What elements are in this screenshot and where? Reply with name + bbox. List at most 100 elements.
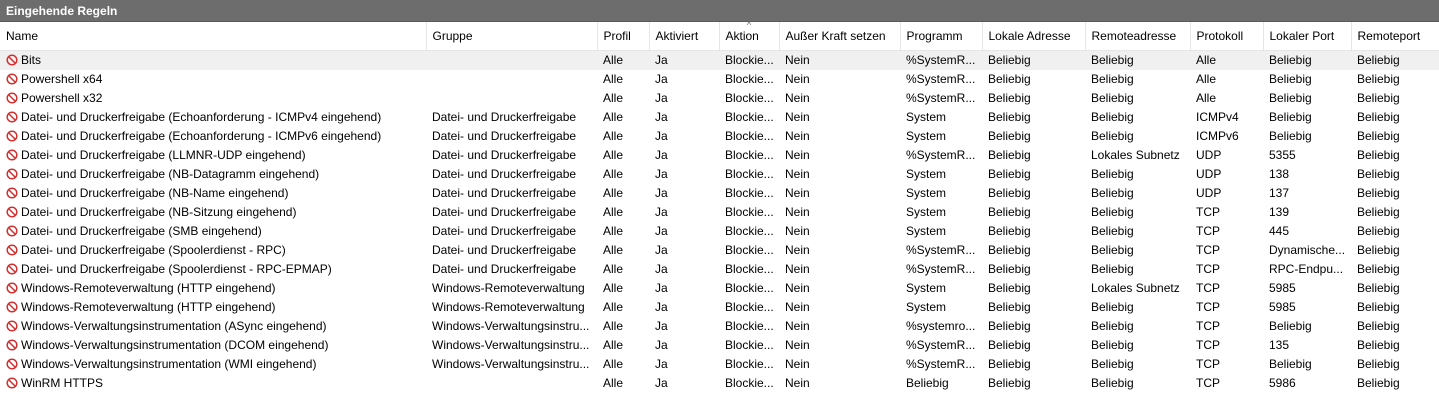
- cell-override: Nein: [779, 70, 900, 89]
- cell-protocol: UDP: [1190, 146, 1263, 165]
- cell-profile: Alle: [597, 298, 649, 317]
- table-row[interactable]: Windows-Verwaltungsinstrumentation (ASyn…: [0, 317, 1439, 336]
- column-header-remote-port[interactable]: Remoteport: [1351, 22, 1439, 51]
- cell-remote-address: Beliebig: [1085, 260, 1190, 279]
- cell-name: Windows-Verwaltungsinstrumentation (DCOM…: [0, 336, 426, 355]
- cell-program: System: [900, 184, 982, 203]
- cell-override: Nein: [779, 241, 900, 260]
- cell-group: Datei- und Druckerfreigabe: [426, 127, 597, 146]
- cell-local-port: 139: [1263, 203, 1351, 222]
- cell-remote-port: Beliebig: [1351, 165, 1439, 184]
- cell-enabled: Ja: [649, 108, 719, 127]
- table-row[interactable]: Datei- und Druckerfreigabe (NB-Sitzung e…: [0, 203, 1439, 222]
- table-row[interactable]: WinRM HTTPSAlleJaBlockie...NeinBeliebigB…: [0, 374, 1439, 393]
- block-icon: [6, 110, 18, 122]
- table-row[interactable]: Datei- und Druckerfreigabe (Spoolerdiens…: [0, 260, 1439, 279]
- cell-group: Windows-Remoteverwaltung: [426, 298, 597, 317]
- cell-local-port: 137: [1263, 184, 1351, 203]
- table-row[interactable]: Windows-Remoteverwaltung (HTTP eingehend…: [0, 298, 1439, 317]
- cell-protocol: TCP: [1190, 260, 1263, 279]
- table-row[interactable]: Datei- und Druckerfreigabe (Echoanforder…: [0, 108, 1439, 127]
- column-header-remote-address[interactable]: Remoteadresse: [1085, 22, 1190, 51]
- rule-name: Datei- und Druckerfreigabe (NB-Sitzung e…: [21, 205, 296, 219]
- table-row[interactable]: Powershell x64AlleJaBlockie...Nein%Syste…: [0, 70, 1439, 89]
- column-header-enabled[interactable]: Aktiviert: [649, 22, 719, 51]
- cell-protocol: TCP: [1190, 203, 1263, 222]
- column-header-name[interactable]: Name: [0, 22, 426, 51]
- cell-program: %SystemR...: [900, 355, 982, 374]
- cell-local-port: 138: [1263, 165, 1351, 184]
- cell-program: System: [900, 203, 982, 222]
- cell-remote-port: Beliebig: [1351, 108, 1439, 127]
- cell-name: Datei- und Druckerfreigabe (NB-Sitzung e…: [0, 203, 426, 222]
- column-header-profile[interactable]: Profil: [597, 22, 649, 51]
- cell-enabled: Ja: [649, 260, 719, 279]
- cell-local-port: 5355: [1263, 146, 1351, 165]
- rule-name: Powershell x32: [21, 91, 102, 105]
- table-row[interactable]: Datei- und Druckerfreigabe (SMB eingehen…: [0, 222, 1439, 241]
- cell-remote-port: Beliebig: [1351, 241, 1439, 260]
- column-header-override[interactable]: Außer Kraft setzen: [779, 22, 900, 51]
- column-header-row: Name Gruppe Profil Aktiviert Aktion Auße…: [0, 22, 1439, 51]
- cell-protocol: Alle: [1190, 51, 1263, 71]
- cell-remote-address: Beliebig: [1085, 222, 1190, 241]
- cell-local-address: Beliebig: [982, 108, 1085, 127]
- cell-local-port: RPC-Endpu...: [1263, 260, 1351, 279]
- cell-protocol: ICMPv4: [1190, 108, 1263, 127]
- cell-group: [426, 51, 597, 71]
- cell-protocol: Alle: [1190, 70, 1263, 89]
- cell-name: Windows-Remoteverwaltung (HTTP eingehend…: [0, 279, 426, 298]
- cell-local-address: Beliebig: [982, 336, 1085, 355]
- column-header-local-port[interactable]: Lokaler Port: [1263, 22, 1351, 51]
- cell-group: Windows-Verwaltungsinstru...: [426, 336, 597, 355]
- cell-action: Blockie...: [719, 241, 779, 260]
- block-icon: [6, 338, 18, 350]
- column-header-action[interactable]: Aktion: [719, 22, 779, 51]
- block-icon: [6, 205, 18, 217]
- table-row[interactable]: Datei- und Druckerfreigabe (Spoolerdiens…: [0, 241, 1439, 260]
- table-row[interactable]: Datei- und Druckerfreigabe (NB-Datagramm…: [0, 165, 1439, 184]
- cell-remote-address: Beliebig: [1085, 127, 1190, 146]
- table-row[interactable]: Windows-Verwaltungsinstrumentation (WMI …: [0, 355, 1439, 374]
- cell-local-address: Beliebig: [982, 184, 1085, 203]
- cell-program: System: [900, 165, 982, 184]
- table-row[interactable]: Datei- und Druckerfreigabe (NB-Name eing…: [0, 184, 1439, 203]
- column-header-group[interactable]: Gruppe: [426, 22, 597, 51]
- cell-local-address: Beliebig: [982, 51, 1085, 71]
- table-row[interactable]: Datei- und Druckerfreigabe (LLMNR-UDP ei…: [0, 146, 1439, 165]
- block-icon: [6, 281, 18, 293]
- cell-override: Nein: [779, 146, 900, 165]
- cell-profile: Alle: [597, 89, 649, 108]
- cell-name: WinRM HTTPS: [0, 374, 426, 393]
- cell-group: Datei- und Druckerfreigabe: [426, 108, 597, 127]
- table-row[interactable]: Powershell x32AlleJaBlockie...Nein%Syste…: [0, 89, 1439, 108]
- cell-enabled: Ja: [649, 279, 719, 298]
- cell-remote-port: Beliebig: [1351, 260, 1439, 279]
- table-row[interactable]: Datei- und Druckerfreigabe (Echoanforder…: [0, 127, 1439, 146]
- cell-action: Blockie...: [719, 279, 779, 298]
- cell-local-port: Dynamische...: [1263, 241, 1351, 260]
- cell-name: Datei- und Druckerfreigabe (Echoanforder…: [0, 108, 426, 127]
- cell-local-port: 445: [1263, 222, 1351, 241]
- cell-remote-port: Beliebig: [1351, 70, 1439, 89]
- cell-remote-address: Beliebig: [1085, 374, 1190, 393]
- cell-profile: Alle: [597, 108, 649, 127]
- column-header-program[interactable]: Programm: [900, 22, 982, 51]
- rule-name: Datei- und Druckerfreigabe (Spoolerdiens…: [21, 243, 286, 257]
- column-header-protocol[interactable]: Protokoll: [1190, 22, 1263, 51]
- cell-name: Datei- und Druckerfreigabe (NB-Datagramm…: [0, 165, 426, 184]
- table-row[interactable]: Windows-Verwaltungsinstrumentation (DCOM…: [0, 336, 1439, 355]
- cell-program: %SystemR...: [900, 51, 982, 71]
- cell-profile: Alle: [597, 203, 649, 222]
- rule-name: Bits: [21, 53, 41, 67]
- cell-program: System: [900, 108, 982, 127]
- cell-enabled: Ja: [649, 51, 719, 71]
- column-header-local-address[interactable]: Lokale Adresse: [982, 22, 1085, 51]
- table-row[interactable]: BitsAlleJaBlockie...Nein%SystemR...Belie…: [0, 51, 1439, 71]
- cell-remote-address: Beliebig: [1085, 336, 1190, 355]
- table-row[interactable]: Windows-Remoteverwaltung (HTTP eingehend…: [0, 279, 1439, 298]
- block-icon: [6, 91, 18, 103]
- cell-remote-address: Beliebig: [1085, 89, 1190, 108]
- cell-enabled: Ja: [649, 184, 719, 203]
- cell-enabled: Ja: [649, 298, 719, 317]
